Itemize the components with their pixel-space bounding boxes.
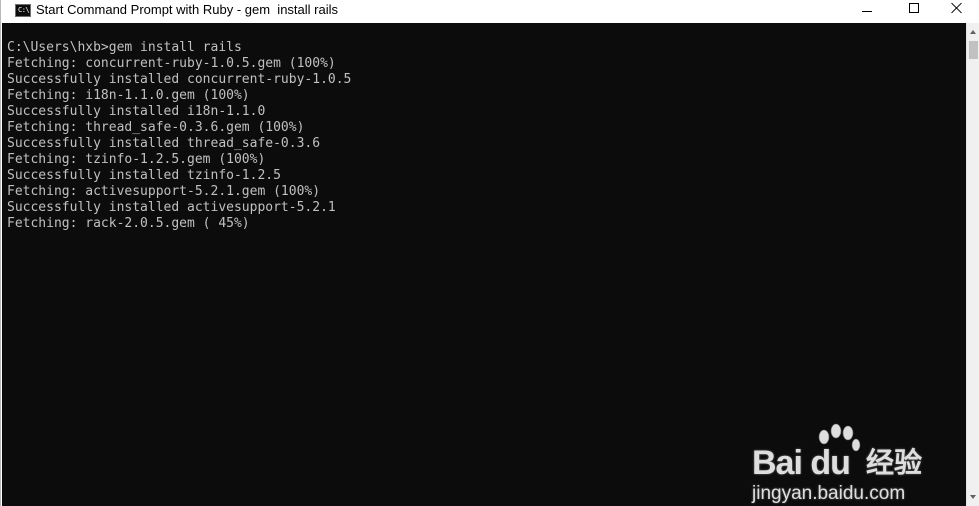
console-line: Fetching: i18n-1.1.0.gem (100%): [7, 88, 250, 103]
console-line: C:\Users\hxb>gem install rails: [7, 40, 242, 55]
cmd-app-icon[interactable]: C:\: [15, 4, 31, 17]
watermark-brand: Bai du: [752, 444, 851, 482]
console-line: Fetching: tzinfo-1.2.5.gem (100%): [7, 152, 266, 167]
console-line: Fetching: rack-2.0.5.gem ( 45%): [7, 216, 250, 231]
console-line: Fetching: thread_safe-0.3.6.gem (100%): [7, 120, 305, 135]
close-icon: [951, 2, 963, 14]
console-output-area[interactable]: C:\Users\hxb>gem install rails Fetching:…: [2, 23, 966, 506]
scroll-up-arrow-icon[interactable]: [967, 25, 979, 39]
title-bar[interactable]: C:\ Start Command Prompt with Ruby - gem…: [1, 0, 979, 23]
scroll-thumb[interactable]: [969, 41, 978, 59]
cmd-icon-text: C:\: [18, 6, 30, 14]
console-line: Successfully installed thread_safe-0.3.6: [7, 136, 321, 151]
vertical-scrollbar[interactable]: [966, 23, 979, 506]
console-line: Fetching: activesupport-5.2.1.gem (100%): [7, 184, 321, 199]
console-line: Successfully installed concurrent-ruby-1…: [7, 72, 352, 87]
minimize-button[interactable]: [844, 0, 890, 23]
maximize-button[interactable]: [890, 0, 936, 23]
baidu-jingyan-watermark: Bai du 经验 jingyan.baidu.com: [752, 423, 937, 506]
command-prompt-window: C:\ Start Command Prompt with Ruby - gem…: [0, 0, 979, 506]
console-line: Successfully installed i18n-1.1.0: [7, 104, 266, 119]
scroll-down-arrow-icon[interactable]: [967, 490, 979, 504]
console-line: Successfully installed activesupport-5.2…: [7, 200, 336, 215]
close-button[interactable]: [934, 0, 979, 23]
minimize-icon: [862, 11, 872, 12]
console-line: Fetching: concurrent-ruby-1.0.5.gem (100…: [7, 56, 336, 71]
console-line: Successfully installed tzinfo-1.2.5: [7, 168, 281, 183]
window-title: Start Command Prompt with Ruby - gem ins…: [36, 2, 338, 17]
console-lines: C:\Users\hxb>gem install rails Fetching:…: [7, 40, 351, 232]
watermark-chinese: 经验: [866, 446, 923, 479]
watermark-url: jingyan.baidu.com: [752, 483, 906, 504]
maximize-icon: [909, 3, 919, 13]
